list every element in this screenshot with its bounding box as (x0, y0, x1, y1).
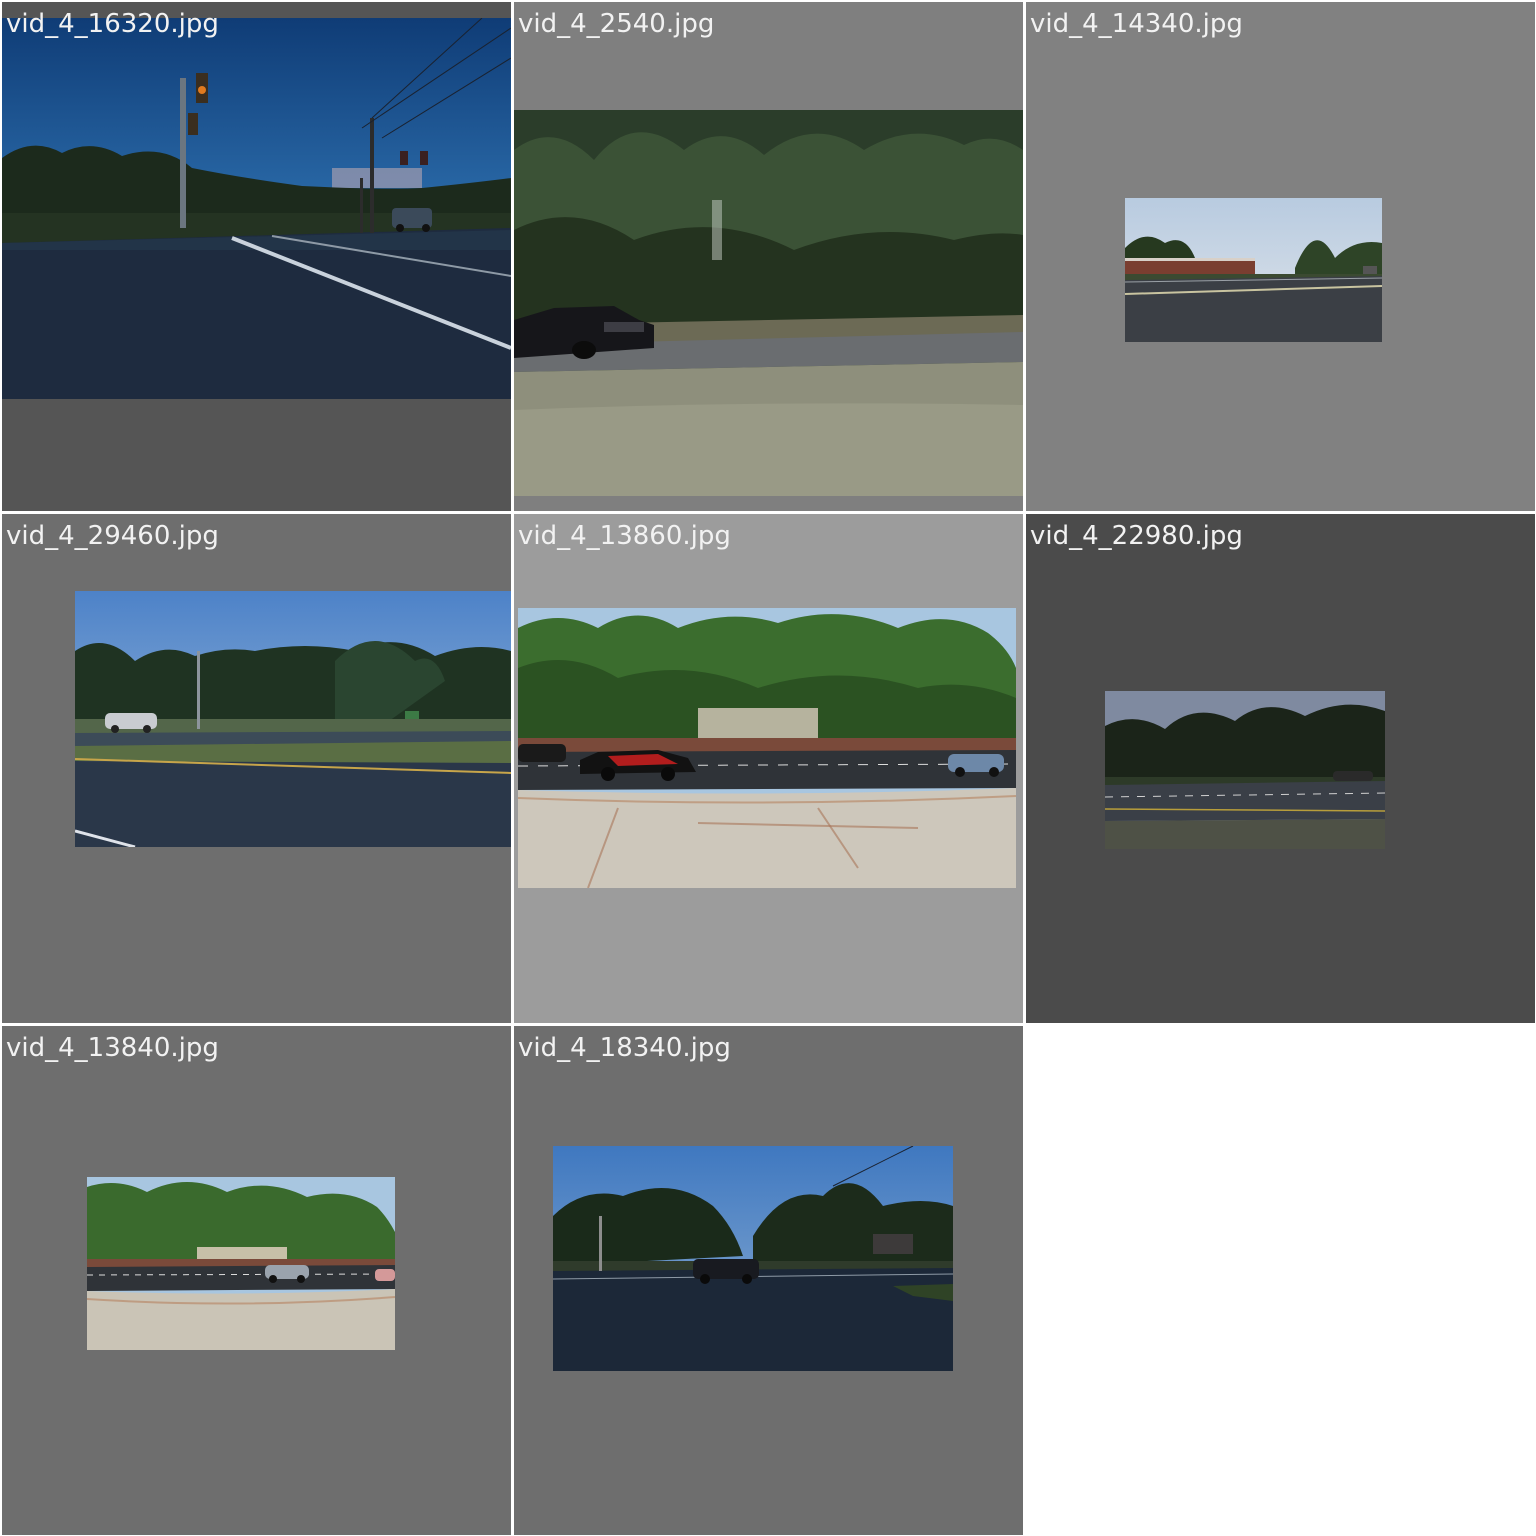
filename-label: vid_4_16320.jpg (6, 9, 219, 39)
image-tile: vid_4_16320.jpg (2, 2, 511, 511)
filename-label: vid_4_18340.jpg (518, 1033, 731, 1063)
image-tile: vid_4_13840.jpg (2, 1026, 511, 1535)
filename-label: vid_4_29460.jpg (6, 521, 219, 551)
photo-vid-4-22980 (1105, 691, 1385, 849)
image-tile: vid_4_22980.jpg (1026, 514, 1535, 1023)
photo-vid-4-29460 (75, 591, 511, 847)
image-tile: vid_4_18340.jpg (514, 1026, 1023, 1535)
image-tile: vid_4_29460.jpg (2, 514, 511, 1023)
image-tile: vid_4_2540.jpg (514, 2, 1023, 511)
filename-label: vid_4_14340.jpg (1030, 9, 1243, 39)
filename-label: vid_4_13840.jpg (6, 1033, 219, 1063)
photo-vid-4-18340 (553, 1146, 953, 1371)
photo-vid-4-2540 (514, 110, 1023, 496)
photo-vid-4-13840 (87, 1177, 395, 1350)
photo-vid-4-14340 (1125, 198, 1382, 342)
filename-label: vid_4_22980.jpg (1030, 521, 1243, 551)
image-tile: vid_4_14340.jpg (1026, 2, 1535, 511)
photo-vid-4-13860 (518, 608, 1016, 888)
filename-label: vid_4_13860.jpg (518, 521, 731, 551)
filename-label: vid_4_2540.jpg (518, 9, 715, 39)
photo-vid-4-16320 (2, 18, 511, 399)
image-tile: vid_4_13860.jpg (514, 514, 1023, 1023)
